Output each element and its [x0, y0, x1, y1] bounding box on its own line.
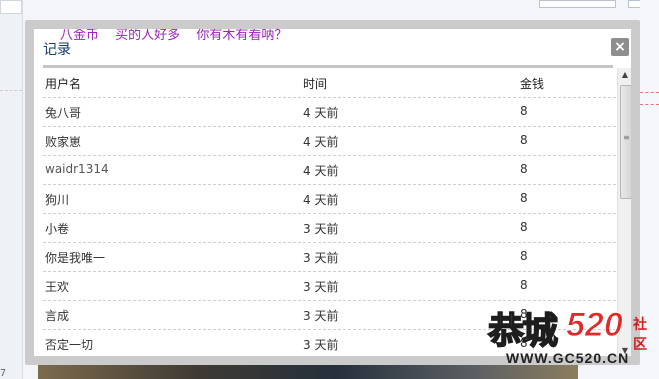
watermark-number: 520 [566, 306, 624, 345]
background-top-left-box [0, 0, 22, 14]
background-divider-right-1 [640, 92, 659, 93]
watermark-url: WWW.GC520.CN [506, 350, 630, 366]
header-username: 用户名 [45, 77, 82, 91]
close-icon[interactable]: × [611, 38, 629, 56]
scrolling-marquee: 八金币 买的人好多 你有木有看呐？ [60, 29, 299, 43]
cell-money: 8 [520, 191, 528, 205]
watermark-brand: 恭城 [487, 309, 559, 353]
cell-money: 8 [520, 162, 528, 176]
cell-username: 言成 [45, 309, 70, 323]
table-row: 狗川 4 天前 8 [43, 184, 616, 214]
cell-money: 8 [520, 104, 528, 118]
background-top-button[interactable] [539, 0, 616, 8]
cell-username: 否定一切 [45, 338, 94, 352]
site-watermark-logo: 恭城 520 社 区 WWW.GC520.CN [487, 300, 659, 379]
table-row: 兔八哥 4 天前 8 [43, 97, 616, 127]
table-row: 小卷 3 天前 8 [43, 213, 616, 243]
background-sidebar: 7 [0, 0, 23, 379]
cell-money: 8 [520, 133, 528, 147]
cell-money: 8 [520, 278, 528, 292]
cell-time: 4 天前 [303, 164, 339, 178]
background-divider-left [0, 90, 22, 91]
cell-username: 小卷 [45, 222, 70, 236]
cell-time: 3 天前 [303, 251, 339, 265]
table-row: waidr1314 4 天前 8 [43, 155, 616, 185]
cell-username: 你是我唯一 [45, 251, 106, 265]
cell-username: waidr1314 [45, 162, 109, 176]
table-row: 王欢 3 天前 8 [43, 271, 616, 301]
cell-username: 狗川 [45, 193, 70, 207]
watermark-qu: 区 [633, 337, 647, 353]
cell-time: 4 天前 [303, 106, 339, 120]
background-left-mark: 7 [0, 368, 7, 379]
header-time: 时间 [303, 77, 328, 91]
cell-username: 兔八哥 [45, 106, 82, 120]
scroll-thumb[interactable]: ≡ [620, 85, 631, 199]
header-money: 金钱 [520, 77, 545, 91]
table-header-row: 用户名 时间 金钱 [43, 68, 616, 98]
table-row: 你是我唯一 3 天前 8 [43, 242, 616, 272]
cell-time: 3 天前 [303, 338, 339, 352]
grip-icon: ≡ [623, 133, 630, 142]
table-row: 败家崽 4 天前 8 [43, 126, 616, 156]
cell-time: 3 天前 [303, 280, 339, 294]
cell-time: 3 天前 [303, 222, 339, 236]
cell-time: 3 天前 [303, 309, 339, 323]
cell-username: 王欢 [45, 280, 70, 294]
dialog-title: 记录 [43, 42, 71, 58]
background-divider-right-2 [640, 104, 659, 105]
cell-username: 败家崽 [45, 135, 82, 149]
scroll-up-arrow-icon[interactable]: ▲ [618, 68, 631, 82]
cell-time: 4 天前 [303, 193, 339, 207]
cell-time: 4 天前 [303, 135, 339, 149]
cell-money: 8 [520, 249, 528, 263]
watermark-she: 社 [633, 317, 647, 333]
marquee-text-3: 你有木有看呐？ [196, 29, 288, 43]
cell-money: 8 [520, 220, 528, 234]
marquee-text-2: 买的人好多 [115, 29, 181, 43]
